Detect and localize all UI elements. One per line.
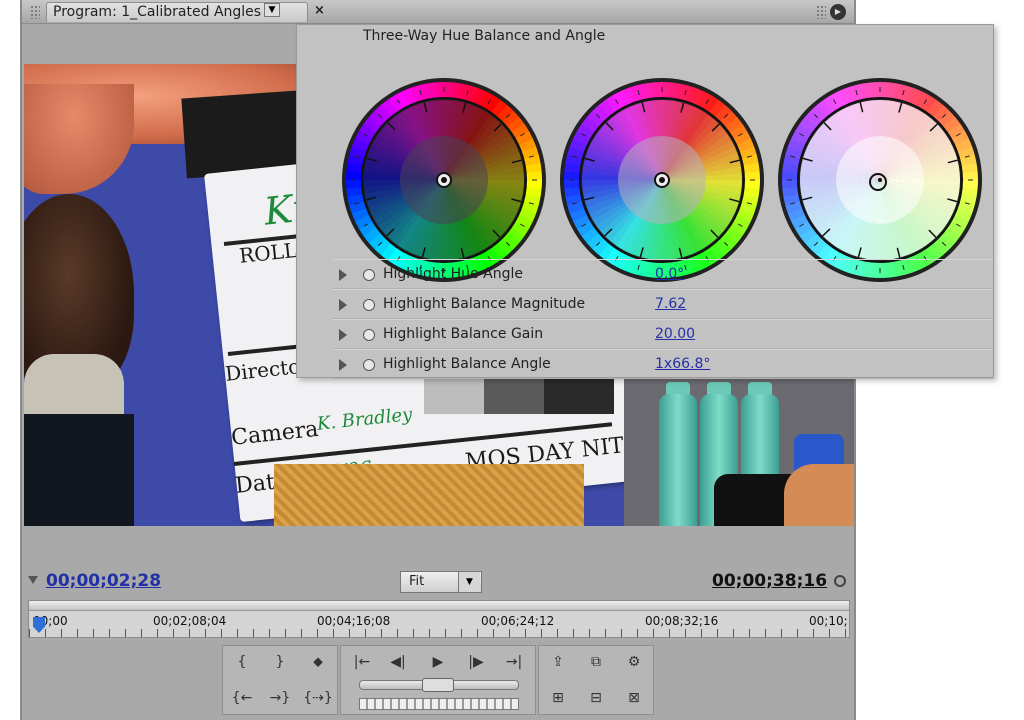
video-arm (24, 84, 134, 194)
shuttle-control[interactable] (359, 698, 519, 710)
screen: Program: 1_Calibrated Angles ▼ × ▶ Kim R… (0, 0, 1024, 720)
ruler-label: 00;10; (809, 614, 848, 628)
output-settings-button[interactable]: ⚙ (619, 650, 649, 674)
tab-close-icon[interactable]: × (314, 3, 325, 18)
highlights-center-dot (878, 178, 882, 182)
trim-button[interactable]: ⊞ (543, 686, 573, 710)
shadows-color-wheel[interactable] (339, 75, 549, 285)
safe-margins-button[interactable]: ⊠ (619, 686, 649, 710)
go-to-next-edit-button[interactable]: →| (499, 650, 529, 674)
step-back-button[interactable]: ◀| (383, 650, 413, 674)
param-value[interactable]: 0.0° (655, 266, 684, 282)
hue-ring-segment (564, 179, 581, 189)
zoom-scroll-bar[interactable] (29, 601, 849, 611)
video-sweater (274, 464, 584, 526)
midtones-center-dot (659, 177, 665, 183)
video-bottle (659, 394, 697, 526)
extract-button[interactable]: ⧉ (581, 650, 611, 674)
zoom-select-value: Fit (409, 574, 425, 589)
stopwatch-icon[interactable] (363, 299, 375, 311)
timecode-collapse-icon[interactable] (28, 576, 38, 584)
ruler-label: 00;02;08;04 (153, 614, 227, 628)
set-in-point-button[interactable]: { (227, 650, 257, 674)
timecode-settings-icon[interactable] (834, 575, 846, 587)
go-to-out-button[interactable]: →} (265, 686, 295, 710)
midtones-color-wheel[interactable] (557, 75, 767, 285)
panel-grip-icon[interactable] (30, 5, 40, 19)
param-value[interactable]: 7.62 (655, 296, 686, 312)
ruler-ticks (29, 629, 849, 637)
program-tab-label: Program: 1_Calibrated Angles (53, 4, 262, 20)
hue-ring-segment (653, 82, 663, 99)
ruler-label: 00;04;16;08 (317, 614, 391, 628)
marker-controls: { } ⬥ {← →} {⇢} (222, 645, 338, 715)
go-to-in-button[interactable]: {← (227, 686, 257, 710)
expand-triangle-icon[interactable] (339, 269, 347, 281)
param-row-highlight-balance-angle[interactable]: Highlight Balance Angle 1x66.8° (333, 349, 993, 379)
hue-ring-segment (782, 179, 799, 189)
param-name: Highlight Balance Magnitude (383, 296, 586, 312)
jog-thumb[interactable] (422, 678, 454, 692)
tab-dropdown-icon[interactable]: ▼ (264, 3, 280, 17)
video-right-arm (784, 464, 854, 526)
panel-menu-icon[interactable]: ▶ (830, 4, 846, 20)
stopwatch-icon[interactable] (363, 359, 375, 371)
shadows-center-dot (441, 177, 447, 183)
video-dark-area (24, 414, 134, 526)
three-way-title: Three-Way Hue Balance and Angle (363, 28, 606, 44)
set-marker-button[interactable]: ⬥ (303, 650, 333, 674)
hue-ring-segment (743, 171, 760, 181)
zoom-dropdown-icon[interactable]: ▼ (458, 572, 480, 592)
three-way-color-panel: Three-Way Hue Balance and Angle Highligh… (296, 24, 994, 379)
param-name: Highlight Balance Angle (383, 356, 551, 372)
highlights-color-wheel[interactable] (775, 75, 985, 285)
param-name: Highlight Hue Angle (383, 266, 523, 282)
panel-grip-right-icon[interactable] (816, 5, 826, 19)
hue-ring-segment (961, 171, 978, 181)
param-value[interactable]: 20.00 (655, 326, 695, 342)
set-out-point-button[interactable]: } (265, 650, 295, 674)
slate-gray-chip (424, 374, 484, 414)
param-row-highlight-hue-angle[interactable]: Highlight Hue Angle 0.0° (333, 259, 993, 289)
current-timecode[interactable]: 00;00;02;28 (46, 571, 161, 591)
expand-triangle-icon[interactable] (339, 299, 347, 311)
expand-triangle-icon[interactable] (339, 359, 347, 371)
play-button[interactable]: ▶ (423, 650, 453, 674)
duration-timecode: 00;00;38;16 (712, 571, 828, 591)
panel-title-bar: Program: 1_Calibrated Angles ▼ × ▶ (22, 0, 854, 24)
go-to-previous-edit-button[interactable]: |← (347, 650, 377, 674)
step-forward-button[interactable]: |▶ (461, 650, 491, 674)
playback-controls: |← ◀| ▶ |▶ →| (340, 645, 536, 715)
edit-controls: ⇪ ⧉ ⚙ ⊞ ⊟ ⊠ (538, 645, 654, 715)
hue-ring-segment (525, 171, 542, 181)
param-row-highlight-balance-gain[interactable]: Highlight Balance Gain 20.00 (333, 319, 993, 349)
jog-slider[interactable] (359, 678, 519, 692)
stopwatch-icon[interactable] (363, 269, 375, 281)
param-name: Highlight Balance Gain (383, 326, 544, 342)
hue-ring-segment (435, 82, 445, 99)
param-row-highlight-balance-magnitude[interactable]: Highlight Balance Magnitude 7.62 (333, 289, 993, 319)
play-in-to-out-button[interactable]: {⇢} (303, 686, 333, 710)
slate-gray-chip (544, 374, 614, 414)
stopwatch-icon[interactable] (363, 329, 375, 341)
time-ruler[interactable]: 00;00 00;02;08;04 00;04;16;08 00;06;24;1… (28, 600, 850, 638)
lift-button[interactable]: ⇪ (543, 650, 573, 674)
hue-ring-segment (871, 82, 881, 99)
slate-gray-chip (484, 374, 544, 414)
ruler-label: 00;08;32;16 (645, 614, 719, 628)
param-value[interactable]: 1x66.8° (655, 356, 710, 372)
expand-triangle-icon[interactable] (339, 329, 347, 341)
hue-ring-segment (346, 179, 363, 189)
export-frame-button[interactable]: ⊟ (581, 686, 611, 710)
ruler-label: 00;06;24;12 (481, 614, 555, 628)
